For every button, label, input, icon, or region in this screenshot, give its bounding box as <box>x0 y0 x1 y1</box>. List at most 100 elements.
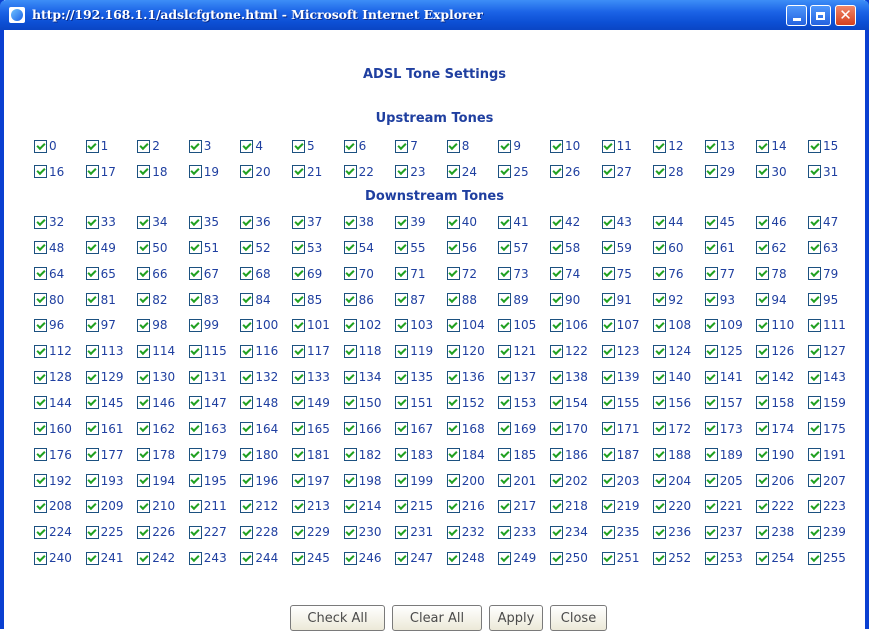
checkbox-checked-icon[interactable] <box>601 525 615 539</box>
checkbox-checked-icon[interactable] <box>653 241 667 255</box>
tone-checkbox-92[interactable]: 92 <box>653 291 683 309</box>
checkbox-checked-icon[interactable] <box>240 370 254 384</box>
tone-checkbox-209[interactable]: 209 <box>85 497 124 515</box>
tone-checkbox-141[interactable]: 141 <box>704 368 743 386</box>
checkbox-checked-icon[interactable] <box>808 448 821 462</box>
tone-checkbox-155[interactable]: 155 <box>601 394 640 412</box>
checkbox-checked-icon[interactable] <box>395 215 409 229</box>
checkbox-checked-icon[interactable] <box>756 293 770 307</box>
tone-checkbox-250[interactable]: 250 <box>550 549 588 567</box>
tone-checkbox-108[interactable]: 108 <box>653 316 691 334</box>
checkbox-checked-icon[interactable] <box>704 139 718 153</box>
checkbox-checked-icon[interactable] <box>756 370 770 384</box>
tone-checkbox-83[interactable]: 83 <box>188 291 219 309</box>
tone-checkbox-255[interactable]: 255 <box>808 549 846 567</box>
tone-checkbox-145[interactable]: 145 <box>85 394 124 412</box>
tone-checkbox-151[interactable]: 151 <box>395 394 433 412</box>
checkbox-checked-icon[interactable] <box>85 370 99 384</box>
tone-checkbox-170[interactable]: 170 <box>550 420 588 438</box>
checkbox-checked-icon[interactable] <box>653 448 667 462</box>
checkbox-checked-icon[interactable] <box>704 165 718 178</box>
checkbox-checked-icon[interactable] <box>498 318 512 332</box>
tone-checkbox-97[interactable]: 97 <box>85 316 116 334</box>
tone-checkbox-221[interactable]: 221 <box>704 497 743 515</box>
tone-checkbox-1[interactable]: 1 <box>85 137 108 155</box>
tone-checkbox-82[interactable]: 82 <box>137 291 167 309</box>
checkbox-checked-icon[interactable] <box>85 344 99 358</box>
checkbox-checked-icon[interactable] <box>653 293 667 307</box>
tone-checkbox-10[interactable]: 10 <box>550 137 580 155</box>
tone-checkbox-68[interactable]: 68 <box>240 265 271 283</box>
checkbox-checked-icon[interactable] <box>395 267 409 281</box>
tone-checkbox-15[interactable]: 15 <box>808 137 838 155</box>
tone-checkbox-104[interactable]: 104 <box>446 316 485 334</box>
tone-checkbox-34[interactable]: 34 <box>137 213 167 231</box>
tone-checkbox-47[interactable]: 47 <box>808 213 838 231</box>
tone-checkbox-44[interactable]: 44 <box>653 213 683 231</box>
checkbox-checked-icon[interactable] <box>137 551 151 565</box>
checkbox-checked-icon[interactable] <box>343 525 357 539</box>
tone-checkbox-136[interactable]: 136 <box>446 368 485 386</box>
checkbox-checked-icon[interactable] <box>498 215 512 229</box>
checkbox-checked-icon[interactable] <box>240 165 254 178</box>
checkbox-checked-icon[interactable] <box>446 448 460 462</box>
tone-checkbox-182[interactable]: 182 <box>343 446 382 464</box>
checkbox-checked-icon[interactable] <box>34 293 47 307</box>
checkbox-checked-icon[interactable] <box>395 499 409 513</box>
checkbox-checked-icon[interactable] <box>343 499 357 513</box>
checkbox-checked-icon[interactable] <box>704 551 718 565</box>
tone-checkbox-99[interactable]: 99 <box>188 316 219 334</box>
checkbox-checked-icon[interactable] <box>292 293 305 307</box>
checkbox-checked-icon[interactable] <box>188 139 202 153</box>
checkbox-checked-icon[interactable] <box>704 318 718 332</box>
checkbox-checked-icon[interactable] <box>550 139 563 153</box>
checkbox-checked-icon[interactable] <box>498 448 512 462</box>
checkbox-checked-icon[interactable] <box>704 241 718 255</box>
tone-checkbox-137[interactable]: 137 <box>498 368 536 386</box>
checkbox-checked-icon[interactable] <box>704 499 718 513</box>
tone-checkbox-187[interactable]: 187 <box>601 446 640 464</box>
checkbox-checked-icon[interactable] <box>34 139 47 153</box>
tone-checkbox-180[interactable]: 180 <box>240 446 278 464</box>
tone-checkbox-200[interactable]: 200 <box>446 472 485 490</box>
checkbox-checked-icon[interactable] <box>446 370 460 384</box>
tone-checkbox-123[interactable]: 123 <box>601 342 640 360</box>
clear-all-button[interactable]: Clear All <box>392 605 482 631</box>
tone-checkbox-94[interactable]: 94 <box>756 291 787 309</box>
tone-checkbox-206[interactable]: 206 <box>756 472 794 490</box>
tone-checkbox-226[interactable]: 226 <box>137 523 175 541</box>
checkbox-checked-icon[interactable] <box>446 525 460 539</box>
tone-checkbox-96[interactable]: 96 <box>34 316 64 334</box>
tone-checkbox-199[interactable]: 199 <box>395 472 433 490</box>
checkbox-checked-icon[interactable] <box>756 474 770 487</box>
tone-checkbox-114[interactable]: 114 <box>137 342 175 360</box>
checkbox-checked-icon[interactable] <box>550 448 563 462</box>
tone-checkbox-61[interactable]: 61 <box>704 239 735 257</box>
tone-checkbox-140[interactable]: 140 <box>653 368 691 386</box>
tone-checkbox-91[interactable]: 91 <box>601 291 632 309</box>
tone-checkbox-174[interactable]: 174 <box>756 420 794 438</box>
tone-checkbox-192[interactable]: 192 <box>34 472 72 490</box>
checkbox-checked-icon[interactable] <box>188 448 202 462</box>
tone-checkbox-179[interactable]: 179 <box>188 446 227 464</box>
tone-checkbox-248[interactable]: 248 <box>446 549 485 567</box>
tone-checkbox-26[interactable]: 26 <box>550 163 580 181</box>
checkbox-checked-icon[interactable] <box>34 215 47 229</box>
checkbox-checked-icon[interactable] <box>343 448 357 462</box>
checkbox-checked-icon[interactable] <box>704 344 718 358</box>
tone-checkbox-107[interactable]: 107 <box>601 316 640 334</box>
checkbox-checked-icon[interactable] <box>498 396 512 410</box>
checkbox-checked-icon[interactable] <box>446 422 460 436</box>
tone-checkbox-234[interactable]: 234 <box>550 523 588 541</box>
checkbox-checked-icon[interactable] <box>601 267 615 281</box>
tone-checkbox-24[interactable]: 24 <box>446 163 477 181</box>
checkbox-checked-icon[interactable] <box>756 422 770 436</box>
checkbox-checked-icon[interactable] <box>343 165 357 178</box>
tone-checkbox-43[interactable]: 43 <box>601 213 632 231</box>
checkbox-checked-icon[interactable] <box>292 241 305 255</box>
tone-checkbox-115[interactable]: 115 <box>188 342 227 360</box>
checkbox-checked-icon[interactable] <box>498 267 512 281</box>
checkbox-checked-icon[interactable] <box>653 422 667 436</box>
tone-checkbox-128[interactable]: 128 <box>34 368 72 386</box>
checkbox-checked-icon[interactable] <box>240 422 254 436</box>
